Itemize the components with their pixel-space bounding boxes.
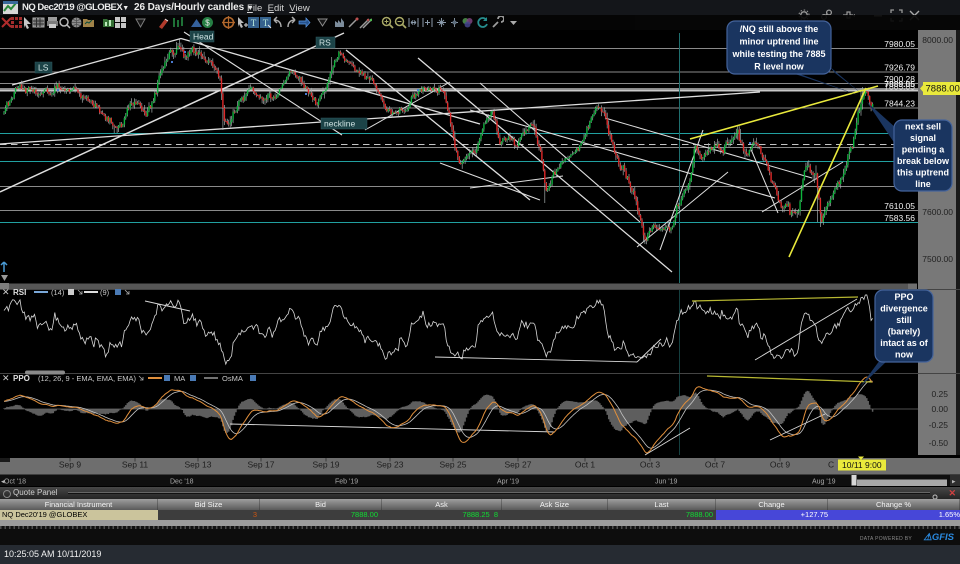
svg-text:Oct 7: Oct 7 bbox=[705, 460, 726, 470]
svg-text:this uptrend: this uptrend bbox=[897, 168, 949, 178]
svg-text:0.25: 0.25 bbox=[931, 389, 948, 399]
svg-text:Feb '19: Feb '19 bbox=[335, 479, 358, 486]
svg-text:(12, 26, 9 - EMA, EMA, EMA): (12, 26, 9 - EMA, EMA, EMA) bbox=[38, 374, 136, 383]
svg-text:Apr '19: Apr '19 bbox=[497, 479, 519, 486]
svg-text:Oct '18: Oct '18 bbox=[4, 479, 26, 486]
svg-text:▸: ▸ bbox=[952, 479, 956, 486]
svg-text:Oct 1: Oct 1 bbox=[575, 460, 596, 470]
svg-text:LS: LS bbox=[38, 63, 49, 73]
svg-text:7600.00: 7600.00 bbox=[922, 207, 953, 217]
svg-text:Sep 25: Sep 25 bbox=[440, 460, 467, 470]
svg-text:PPO: PPO bbox=[13, 374, 30, 383]
svg-text:7610.05: 7610.05 bbox=[884, 201, 915, 211]
svg-text:-0.50: -0.50 bbox=[929, 438, 949, 448]
svg-text:✕: ✕ bbox=[2, 287, 10, 297]
svg-text:R level now: R level now bbox=[754, 61, 805, 71]
svg-text:Dec '18: Dec '18 bbox=[170, 479, 194, 486]
svg-text:Aug '19: Aug '19 bbox=[812, 479, 836, 486]
svg-text:◂: ◂ bbox=[1, 479, 5, 486]
svg-text:Oct 9: Oct 9 bbox=[770, 460, 791, 470]
svg-text:7844.23: 7844.23 bbox=[884, 99, 915, 109]
svg-text:RSI: RSI bbox=[13, 288, 26, 297]
svg-text:PPO: PPO bbox=[894, 292, 913, 302]
svg-text:7926.79: 7926.79 bbox=[884, 63, 915, 73]
svg-text:10/11 9:00: 10/11 9:00 bbox=[842, 460, 882, 470]
svg-text:Sep 17: Sep 17 bbox=[248, 460, 275, 470]
svg-text:still: still bbox=[896, 315, 912, 325]
svg-text:(9): (9) bbox=[100, 288, 110, 297]
svg-text:C: C bbox=[828, 460, 834, 470]
svg-text:(barely): (barely) bbox=[888, 327, 921, 337]
svg-text:OsMA: OsMA bbox=[222, 374, 243, 383]
svg-text:/NQ still above the: /NQ still above the bbox=[740, 24, 819, 34]
svg-text:Sep 27: Sep 27 bbox=[505, 460, 532, 470]
svg-text:minor uptrend line: minor uptrend line bbox=[739, 36, 818, 46]
svg-text:Oct 3: Oct 3 bbox=[640, 460, 661, 470]
svg-text:Sep 19: Sep 19 bbox=[313, 460, 340, 470]
svg-text:MA: MA bbox=[174, 374, 185, 383]
svg-text:next sell: next sell bbox=[905, 122, 941, 132]
svg-text:pending a: pending a bbox=[902, 145, 945, 155]
svg-text:7500.00: 7500.00 bbox=[922, 254, 953, 264]
svg-text:Sep 11: Sep 11 bbox=[122, 460, 149, 470]
svg-text:✕: ✕ bbox=[2, 373, 10, 383]
svg-text:7885.05: 7885.05 bbox=[884, 82, 915, 92]
svg-text:7888.00: 7888.00 bbox=[926, 84, 960, 95]
svg-text:7583.56: 7583.56 bbox=[884, 213, 915, 223]
svg-text:0.00: 0.00 bbox=[931, 404, 948, 414]
svg-text:8000.00: 8000.00 bbox=[922, 35, 953, 45]
svg-text:now: now bbox=[895, 350, 914, 360]
svg-text:divergence: divergence bbox=[880, 304, 928, 314]
svg-text:Sep 23: Sep 23 bbox=[377, 460, 404, 470]
svg-text:7980.05: 7980.05 bbox=[884, 39, 915, 49]
svg-text:Sep 13: Sep 13 bbox=[185, 460, 212, 470]
svg-text:signal: signal bbox=[910, 133, 936, 143]
svg-text:break below: break below bbox=[897, 156, 950, 166]
svg-text:neckline: neckline bbox=[324, 119, 355, 129]
svg-text:while testing the 7885: while testing the 7885 bbox=[731, 49, 825, 59]
svg-text:(14): (14) bbox=[51, 288, 65, 297]
svg-text:Head: Head bbox=[193, 32, 214, 42]
svg-text:Sep 9: Sep 9 bbox=[59, 460, 81, 470]
svg-text:Jun '19: Jun '19 bbox=[655, 479, 677, 486]
svg-text:RS: RS bbox=[319, 38, 331, 48]
svg-text:intact as of: intact as of bbox=[880, 338, 929, 348]
svg-text:-0.25: -0.25 bbox=[929, 420, 949, 430]
svg-text:line: line bbox=[915, 179, 931, 189]
